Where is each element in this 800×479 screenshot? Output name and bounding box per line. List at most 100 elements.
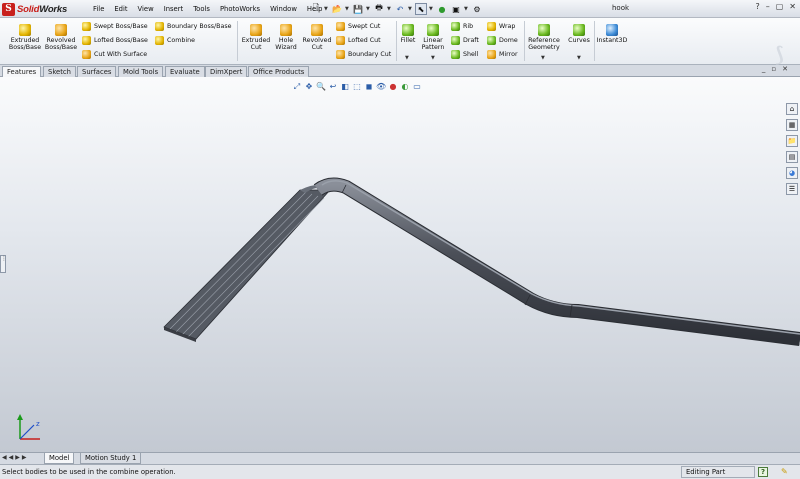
menu-view[interactable]: View	[133, 5, 159, 13]
linear-pattern-dropdown-icon[interactable]: ▼	[431, 55, 435, 61]
print-dropdown-icon[interactable]: ▼	[387, 6, 392, 12]
linear-pattern-button[interactable]: Linear Pattern	[420, 24, 446, 51]
rib-button[interactable]: Rib	[451, 22, 473, 31]
extruded-boss-button[interactable]: Extruded Boss/Base	[6, 24, 44, 51]
lofted-cut-button[interactable]: Lofted Cut	[336, 36, 381, 45]
fillet-label: Fillet	[400, 37, 416, 44]
tab-dimxpert[interactable]: DimXpert	[205, 66, 248, 77]
select-icon[interactable]: ⬉	[415, 3, 427, 15]
menu-tools[interactable]: Tools	[188, 5, 215, 13]
tab-office-products[interactable]: Office Products	[248, 66, 310, 77]
revolved-cut-label: Revolved Cut	[302, 37, 332, 51]
fillet-button[interactable]: Fillet	[398, 24, 418, 44]
reference-triad: z	[17, 414, 40, 440]
hook-model[interactable]	[0, 77, 800, 452]
curves-button[interactable]: Curves	[566, 24, 592, 44]
command-manager: Extruded Boss/Base Revolved Boss/Base Sw…	[0, 18, 800, 66]
revolved-cut-icon	[311, 24, 323, 36]
ribbon-separator	[237, 21, 238, 61]
quick-tips-icon[interactable]: ?	[758, 467, 768, 477]
mirror-button[interactable]: Mirror	[487, 50, 518, 59]
rib-label: Rib	[463, 23, 474, 30]
extruded-cut-button[interactable]: Extruded Cut	[240, 24, 272, 51]
hole-wizard-icon	[280, 24, 292, 36]
cut-with-surface-button[interactable]: Cut With Surface	[82, 50, 147, 59]
menu-photoworks[interactable]: PhotoWorks	[215, 5, 265, 13]
tab-mold-tools[interactable]: Mold Tools	[118, 66, 164, 77]
mirror-label: Mirror	[499, 51, 518, 58]
fillet-icon	[402, 24, 414, 36]
curves-label: Curves	[568, 37, 590, 44]
print-icon[interactable]: 🖶	[373, 3, 385, 15]
file-properties-icon[interactable]: ▣	[450, 3, 462, 15]
close-button[interactable]: ✕	[789, 2, 796, 11]
rebuild-icon[interactable]: ●	[436, 3, 448, 15]
lofted-boss-button[interactable]: Lofted Boss/Base	[82, 36, 148, 45]
lofted-cut-icon	[336, 36, 345, 45]
hole-wizard-button[interactable]: Hole Wizard	[272, 24, 300, 51]
reference-geometry-dropdown-icon[interactable]: ▼	[541, 55, 545, 61]
undo-icon[interactable]: ↶	[394, 3, 406, 15]
instant3d-icon	[606, 24, 618, 36]
tab-scroll-arrows[interactable]: ◀◀▶▶	[2, 454, 28, 461]
draft-label: Draft	[463, 37, 479, 44]
document-title: hook	[612, 4, 630, 12]
open-dropdown-icon[interactable]: ▼	[345, 6, 350, 12]
ds-watermark-icon: ⟆	[774, 42, 784, 66]
linear-pattern-icon	[427, 24, 439, 36]
undo-dropdown-icon[interactable]: ▼	[408, 6, 413, 12]
tab-evaluate[interactable]: Evaluate	[165, 66, 205, 77]
menu-edit[interactable]: Edit	[109, 5, 132, 13]
new-icon[interactable]: 🗋	[310, 3, 322, 15]
draft-button[interactable]: Draft	[451, 36, 479, 45]
maximize-button[interactable]: ▢	[776, 2, 784, 11]
dome-button[interactable]: Dome	[487, 36, 518, 45]
file-properties-dropdown-icon[interactable]: ▼	[464, 6, 469, 12]
shell-button[interactable]: Shell	[451, 50, 478, 59]
curves-dropdown-icon[interactable]: ▼	[577, 55, 581, 61]
tab-sketch[interactable]: Sketch	[43, 66, 76, 77]
ribbon-separator	[594, 21, 595, 61]
options-icon[interactable]: ⚙	[471, 3, 483, 15]
solidworks-logo[interactable]: S SolidWorks	[2, 1, 67, 17]
save-icon[interactable]: 💾	[352, 3, 364, 15]
save-dropdown-icon[interactable]: ▼	[366, 6, 371, 12]
boundary-boss-icon	[155, 22, 164, 31]
mirror-icon	[487, 50, 496, 59]
combine-icon	[155, 36, 164, 45]
combine-button[interactable]: Combine	[155, 36, 195, 45]
menu-insert[interactable]: Insert	[159, 5, 189, 13]
swept-cut-button[interactable]: Swept Cut	[336, 22, 380, 31]
revolved-cut-button[interactable]: Revolved Cut	[301, 24, 333, 51]
menu-file[interactable]: File	[88, 5, 109, 13]
reference-geometry-button[interactable]: Reference Geometry	[526, 24, 562, 51]
wrap-button[interactable]: Wrap	[487, 22, 515, 31]
ribbon-separator	[396, 21, 397, 61]
menu-window[interactable]: Window	[265, 5, 302, 13]
svg-text:z: z	[36, 420, 40, 428]
draft-icon	[451, 36, 460, 45]
tab-model[interactable]: Model	[44, 453, 75, 464]
hole-wizard-label: Hole Wizard	[275, 37, 297, 51]
swept-boss-button[interactable]: Swept Boss/Base	[82, 22, 148, 31]
swept-cut-icon	[336, 22, 345, 31]
tab-motion-study-1[interactable]: Motion Study 1	[80, 453, 142, 464]
swept-boss-label: Swept Boss/Base	[94, 23, 148, 30]
graphics-area[interactable]: ⤢ ✥ 🔍 ↩ ◧ ⬚ ◼ 👁 ● ◐ ▭ ⌂ ▦ 📁 ▤ ◕ ☰ ⋮ z	[0, 77, 800, 452]
viewport-window-controls[interactable]: _▫✕	[762, 65, 794, 73]
help-button[interactable]: ?	[755, 2, 759, 11]
minimize-button[interactable]: –	[766, 2, 770, 11]
open-icon[interactable]: 📂	[331, 3, 343, 15]
fillet-dropdown-icon[interactable]: ▼	[405, 55, 409, 61]
instant3d-button[interactable]: Instant3D	[596, 24, 628, 44]
status-mode: Editing Part	[681, 466, 755, 478]
status-settings-icon[interactable]: ✎	[781, 467, 793, 477]
boundary-boss-button[interactable]: Boundary Boss/Base	[155, 22, 232, 31]
extruded-boss-icon	[19, 24, 31, 36]
tab-surfaces[interactable]: Surfaces	[77, 66, 117, 77]
extruded-cut-label: Extruded Cut	[241, 37, 271, 51]
new-dropdown-icon[interactable]: ▼	[324, 6, 329, 12]
select-dropdown-icon[interactable]: ▼	[429, 6, 434, 12]
revolved-boss-button[interactable]: Revolved Boss/Base	[43, 24, 79, 51]
boundary-cut-button[interactable]: Boundary Cut	[336, 50, 391, 59]
